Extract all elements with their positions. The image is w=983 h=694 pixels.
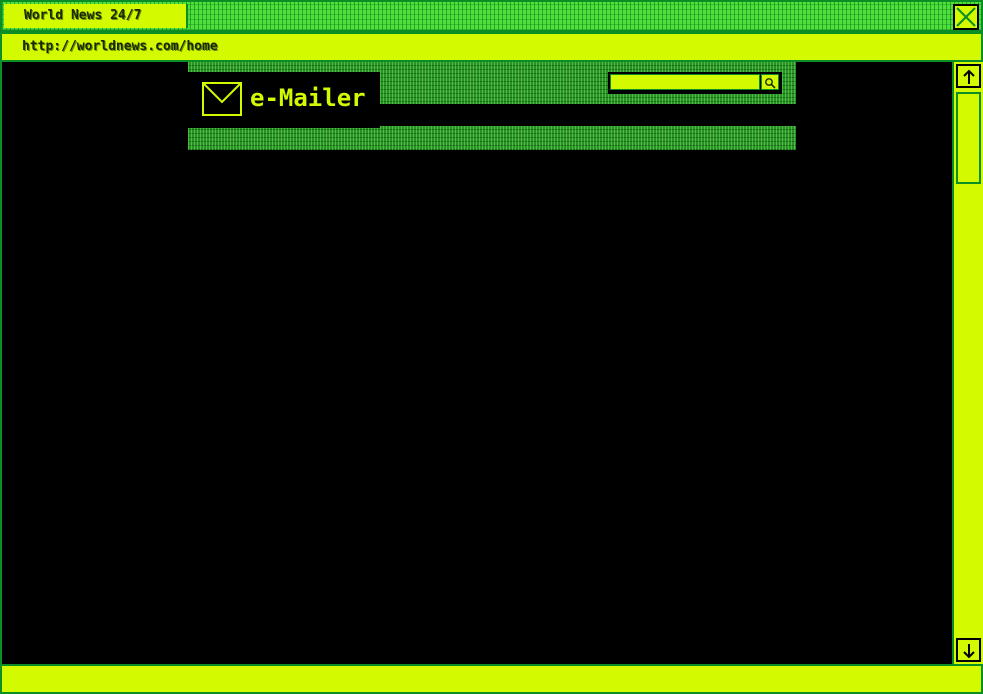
page-content	[0, 62, 952, 664]
logo-text: e-Mailer	[250, 84, 366, 112]
envelope-icon	[202, 82, 242, 116]
arrow-up-icon	[962, 69, 975, 84]
scroll-up-button[interactable]	[956, 64, 981, 88]
search-icon	[765, 77, 776, 89]
site-header: e-Mailer	[188, 62, 796, 150]
address-bar[interactable]: http://worldnews.com/home	[0, 32, 983, 62]
scroll-down-button[interactable]	[956, 638, 981, 662]
vertical-scrollbar[interactable]	[952, 62, 983, 664]
scroll-thumb[interactable]	[956, 92, 981, 184]
window-title: World News 24/7	[24, 8, 142, 23]
close-button[interactable]	[953, 4, 979, 30]
search-button[interactable]	[761, 74, 779, 90]
title-bar[interactable]: World News 24/7	[0, 0, 983, 32]
status-bar	[0, 664, 983, 694]
title-tab: World News 24/7	[4, 4, 188, 28]
search-input[interactable]	[610, 74, 760, 90]
site-logo[interactable]: e-Mailer	[188, 72, 380, 128]
browser-window: World News 24/7 http://worldnews.com/hom…	[0, 0, 983, 694]
search-box	[608, 72, 782, 94]
url-text[interactable]: http://worldnews.com/home	[22, 39, 218, 54]
arrow-down-icon	[962, 644, 975, 659]
close-x-icon	[956, 7, 976, 27]
